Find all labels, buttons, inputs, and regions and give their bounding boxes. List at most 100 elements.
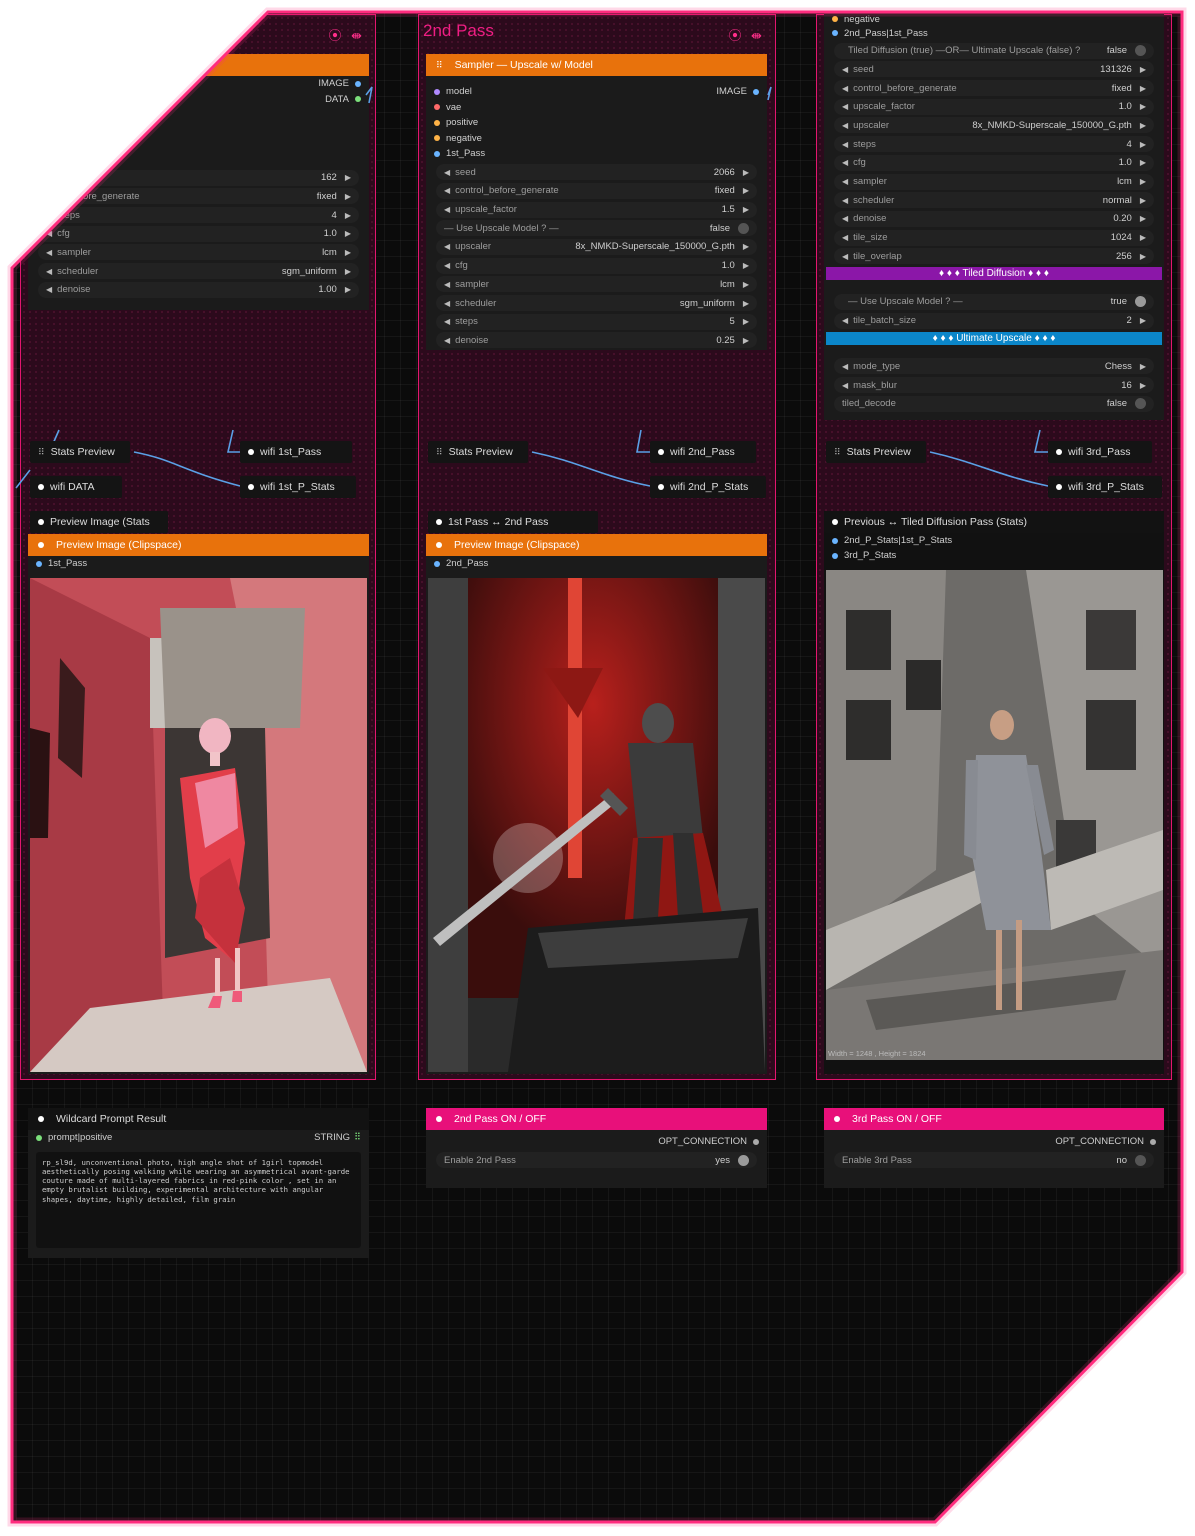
- decrement-arrow-icon[interactable]: ◀: [46, 192, 52, 201]
- input-dot-icon[interactable]: [434, 560, 440, 567]
- input-dot-icon[interactable]: [832, 552, 838, 559]
- input-image[interactable]: 1st_Pass: [28, 556, 369, 572]
- output-opt[interactable]: OPT_CONNECTION: [824, 1134, 1164, 1150]
- output-label: OPT_CONNECTION: [1055, 1136, 1144, 1148]
- link-wire: [15, 469, 31, 489]
- node-title: Wildcard Prompt Result: [56, 1113, 167, 1125]
- wifi-dot-icon: [248, 484, 254, 490]
- node-header[interactable]: Wildcard Prompt Result: [28, 1108, 369, 1130]
- toggle-node-2nd[interactable]: 2nd Pass ON / OFF OPT_CONNECTION Enable …: [426, 1108, 767, 1188]
- wildcard-input[interactable]: prompt|positive STRING ⠿: [28, 1130, 369, 1146]
- wifi-dot-icon: [658, 484, 664, 490]
- input-image[interactable]: 2nd_Pass: [426, 556, 767, 572]
- chip-label: wifi 3rd_Pass: [1068, 446, 1131, 458]
- input-label: 2nd_Pass: [446, 558, 489, 570]
- toggle-knob-icon[interactable]: [738, 1154, 749, 1166]
- chip-label: wifi 1st_P_Stats: [260, 481, 335, 493]
- chip-label: 1st Pass ↔ 2nd Pass: [448, 516, 549, 528]
- node-header[interactable]: Preview Image (Clipspace): [426, 534, 767, 556]
- chip-label: wifi 2nd_Pass: [670, 446, 735, 458]
- output-label: OPT_CONNECTION: [658, 1136, 747, 1148]
- image-size-caption: Width = 1248 , Height = 1824: [828, 1049, 926, 1058]
- widget-label: Enable 3rd Pass: [842, 1154, 912, 1166]
- output-dot-icon[interactable]: [753, 1138, 759, 1145]
- compare-node-header[interactable]: Previous ↔ Tiled Diffusion Pass (Stats): [824, 511, 1164, 533]
- link-wire: [929, 451, 1049, 487]
- wifi-node[interactable]: wifi DATA: [30, 476, 122, 498]
- toggle-node-3rd[interactable]: 3rd Pass ON / OFF OPT_CONNECTION Enable …: [824, 1108, 1164, 1188]
- chip-label: Previous ↔ Tiled Diffusion Pass (Stats): [844, 516, 1028, 528]
- input-label: 2nd_P_Stats|1st_P_Stats: [844, 535, 953, 546]
- status-dot-icon: [436, 519, 442, 525]
- wifi-node[interactable]: wifi 2nd_P_Stats: [650, 476, 766, 498]
- stats-preview-node[interactable]: ⠿ Stats Preview: [428, 441, 528, 463]
- status-dot-icon: [38, 519, 44, 525]
- grid-icon: ⠿: [354, 1132, 361, 1144]
- canvas-background: ⦿ ⇼ IMAGE DATA ◀ 162 ▶ ◀ ol_before_generate f…: [12, 12, 1182, 1522]
- node-header[interactable]: 3rd Pass ON / OFF: [824, 1108, 1164, 1130]
- input-dot-icon[interactable]: [36, 1134, 42, 1141]
- grip-icon: ⠿: [436, 446, 443, 457]
- stats-preview-node[interactable]: ⠿ Stats Preview: [826, 441, 926, 463]
- wifi-dot-icon: [1056, 449, 1062, 455]
- chip-label: Stats Preview: [846, 446, 911, 458]
- chip-label: wifi 1st_Pass: [260, 446, 322, 458]
- link-wire: [365, 86, 373, 104]
- compare-input[interactable]: 3rd_P_Stats: [824, 548, 1164, 563]
- status-dot-icon: [832, 519, 838, 525]
- compare-node[interactable]: 1st Pass ↔ 2nd Pass: [428, 511, 598, 533]
- fashion-photo-pink-corridor: [30, 578, 367, 1072]
- link-wire: [767, 86, 772, 101]
- output-dot-icon[interactable]: [1150, 1138, 1156, 1145]
- preview-image-second: [428, 578, 765, 1072]
- preview-image-third: Width = 1248 , Height = 1824: [826, 570, 1163, 1060]
- stats-preview-node[interactable]: ⠿ Stats Preview: [30, 441, 130, 463]
- wildcard-prompt-node[interactable]: Wildcard Prompt Result prompt|positive ST…: [28, 1108, 369, 1258]
- status-dot-icon: [834, 1116, 840, 1122]
- status-dot-icon: [38, 542, 44, 548]
- workflow-canvas: ⦿ ⇼ IMAGE DATA ◀ 162 ▶ ◀ ol_before_generate f…: [0, 0, 1195, 1536]
- wifi-node[interactable]: wifi 2nd_Pass: [650, 441, 756, 463]
- input-dot-icon[interactable]: [36, 560, 42, 567]
- chip-label: wifi 3rd_P_Stats: [1068, 481, 1144, 493]
- decrement-arrow-icon[interactable]: ◀: [46, 211, 52, 220]
- decrement-arrow-icon[interactable]: ◀: [46, 173, 52, 182]
- grip-icon: ⠿: [834, 446, 841, 457]
- compare-input[interactable]: 2nd_P_Stats|1st_P_Stats: [824, 533, 1164, 548]
- input-label: 3rd_P_Stats: [844, 550, 897, 561]
- wifi-dot-icon: [1056, 484, 1062, 490]
- chip-label: Preview Image (Stats: [50, 516, 150, 528]
- input-label: prompt|positive: [48, 1132, 113, 1144]
- output-type-label: STRING: [314, 1132, 351, 1144]
- wifi-dot-icon: [658, 449, 664, 455]
- output-opt[interactable]: OPT_CONNECTION: [426, 1134, 767, 1150]
- preview-image-first: [30, 578, 367, 1072]
- wifi-dot-icon: [38, 484, 44, 490]
- status-dot-icon: [436, 542, 442, 548]
- node-title: Preview Image (Clipspace): [454, 539, 580, 551]
- wifi-dot-icon: [248, 449, 254, 455]
- node-title: Preview Image (Clipspace): [56, 539, 182, 551]
- enable-2nd-toggle[interactable]: Enable 2nd Pass yes: [436, 1152, 757, 1169]
- widget-value: yes: [715, 1154, 730, 1166]
- wifi-node[interactable]: wifi 1st_P_Stats: [240, 476, 356, 498]
- enable-3rd-toggle[interactable]: Enable 3rd Pass no: [834, 1152, 1154, 1169]
- link-wire: [133, 451, 241, 487]
- knight-artwork: [428, 578, 765, 1072]
- widget-label: Enable 2nd Pass: [444, 1154, 516, 1166]
- node-header[interactable]: Preview Image (Clipspace): [28, 534, 369, 556]
- input-label: 1st_Pass: [48, 558, 88, 570]
- node-header[interactable]: 2nd Pass ON / OFF: [426, 1108, 767, 1130]
- preview-stats-node[interactable]: Preview Image (Stats: [30, 511, 168, 533]
- link-wire: [531, 451, 651, 487]
- input-dot-icon[interactable]: [832, 537, 838, 544]
- wifi-node[interactable]: wifi 1st_Pass: [240, 441, 352, 463]
- wifi-node[interactable]: wifi 3rd_P_Stats: [1048, 476, 1162, 498]
- chip-label: wifi 2nd_P_Stats: [670, 481, 749, 493]
- node-title: 3rd Pass ON / OFF: [852, 1113, 942, 1125]
- chip-label: Stats Preview: [448, 446, 513, 458]
- fashion-photo-brutalist-ruins: [826, 570, 1163, 1060]
- wifi-node[interactable]: wifi 3rd_Pass: [1048, 441, 1152, 463]
- prompt-textarea[interactable]: rp_sl9d, unconventional photo, high angl…: [36, 1151, 361, 1248]
- toggle-knob-icon[interactable]: [1135, 1154, 1146, 1166]
